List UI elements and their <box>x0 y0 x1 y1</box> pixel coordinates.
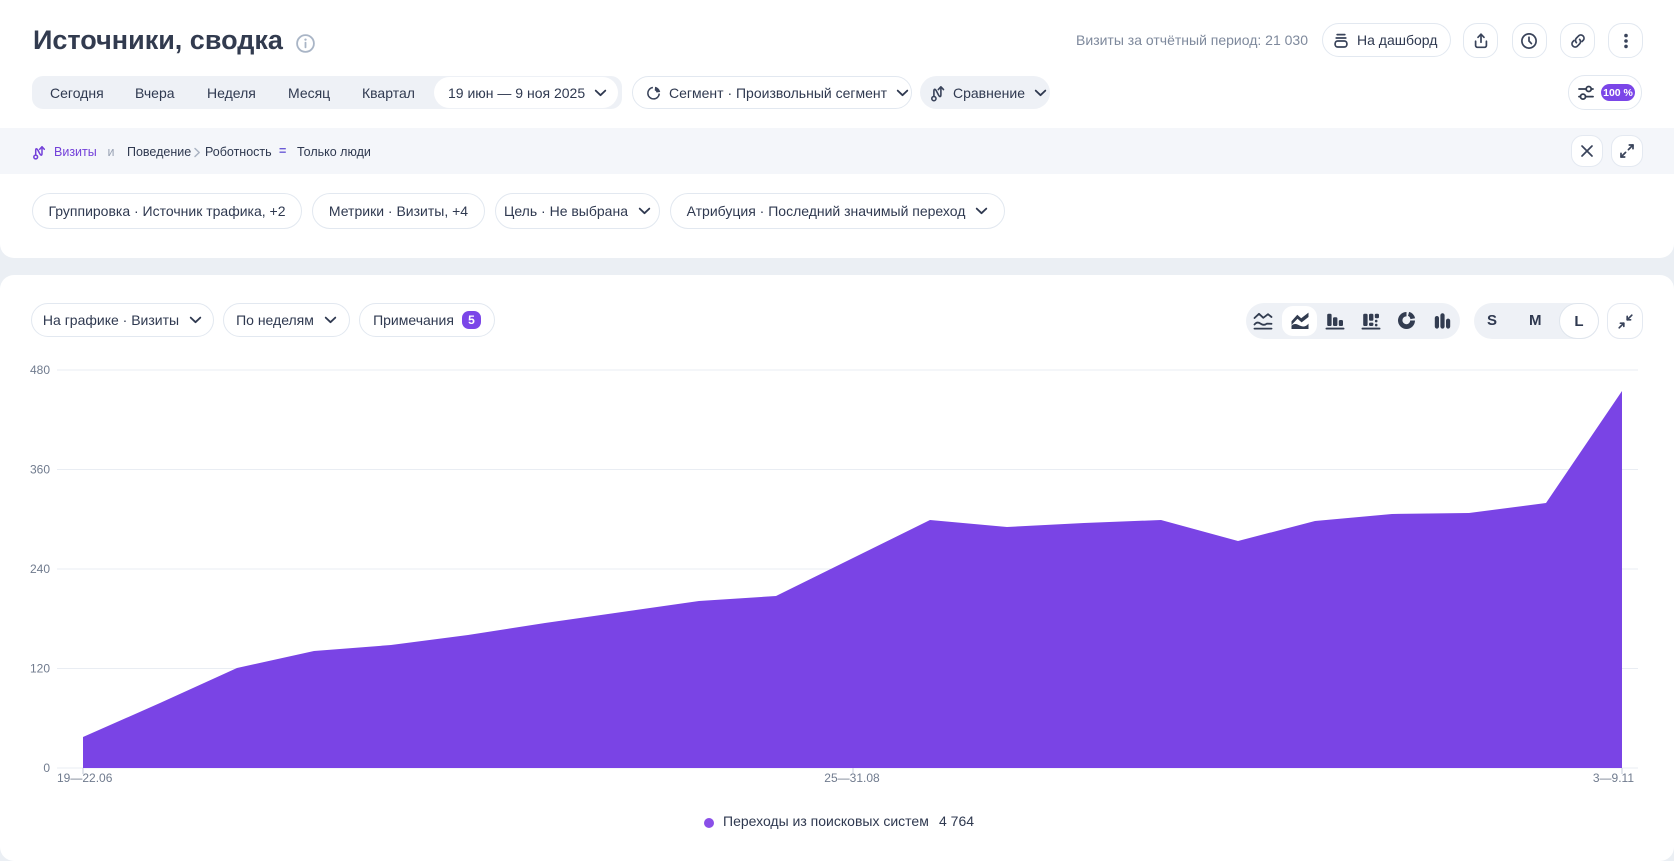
svg-text:480: 480 <box>30 363 50 377</box>
svg-text:19—22.06: 19—22.06 <box>57 771 113 785</box>
svg-text:0: 0 <box>43 761 50 775</box>
svg-text:240: 240 <box>30 562 50 576</box>
svg-text:25—31.08: 25—31.08 <box>824 771 880 785</box>
svg-text:360: 360 <box>30 463 50 477</box>
svg-text:3—9.11: 3—9.11 <box>1593 771 1634 785</box>
svg-text:120: 120 <box>30 662 50 676</box>
